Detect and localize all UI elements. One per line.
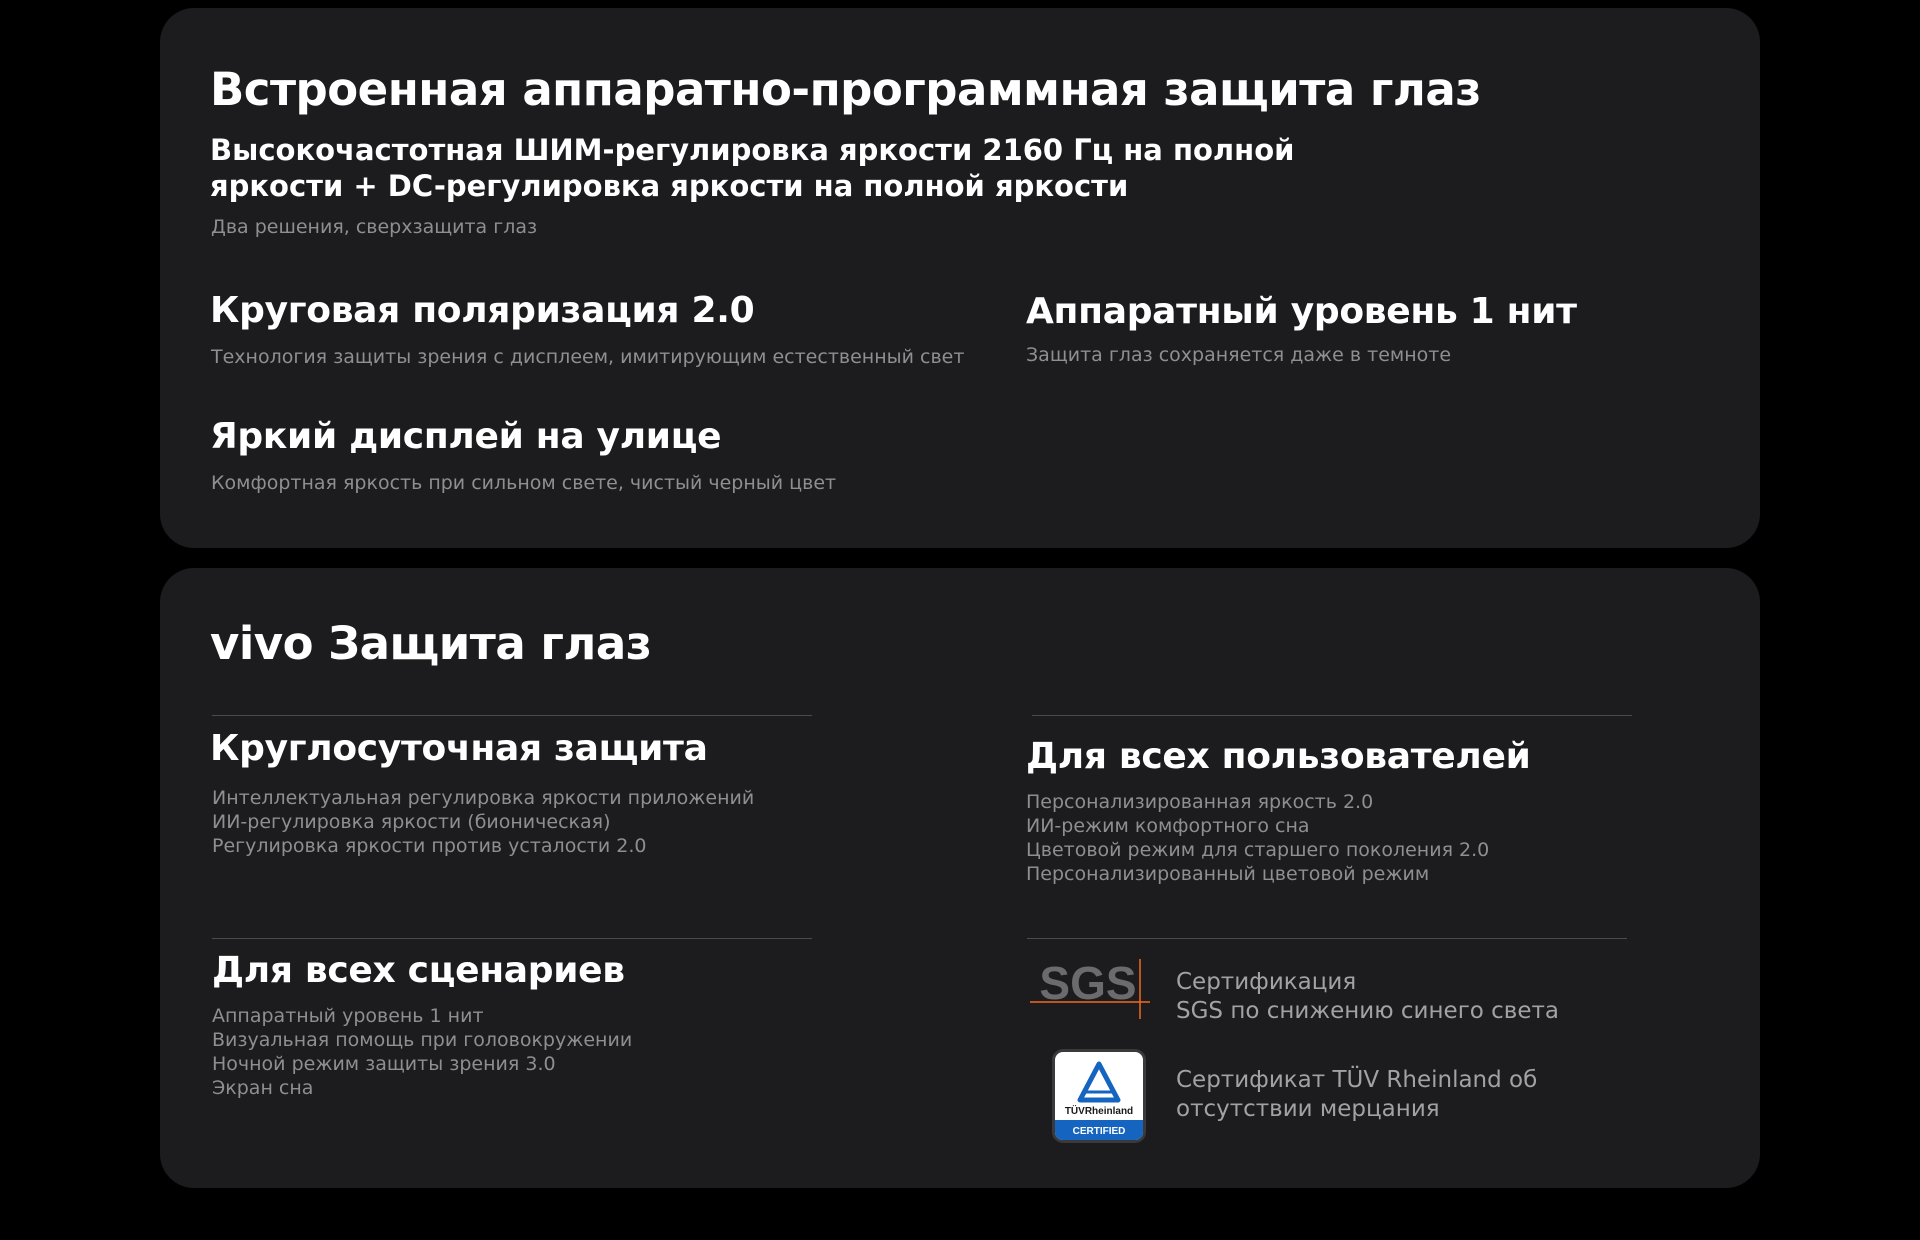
list-item: Ночной режим защиты зрения 3.0 (212, 1053, 556, 1075)
card-title: vivo Защита глаз (210, 617, 652, 670)
list-item: Регулировка яркости против усталости 2.0 (212, 835, 647, 857)
cert-line: SGS по снижению синего света (1176, 998, 1560, 1024)
section-list: Персонализированная яркость 2.0 ИИ-режим… (1026, 790, 1489, 886)
list-item: Экран сна (212, 1077, 314, 1099)
section-title: Для всех пользователей (1026, 736, 1531, 777)
list-item: Цветовой режим для старшего поколения 2.… (1026, 839, 1490, 861)
divider (1032, 715, 1632, 716)
list-item: Интеллектуальная регулировка яркости при… (212, 787, 755, 809)
cert-line: Сертификация (1176, 969, 1357, 995)
feature-title: Аппаратный уровень 1 нит (1026, 291, 1577, 332)
section-title: Круглосуточная защита (210, 728, 708, 769)
section-title: Для всех сценариев (212, 950, 625, 991)
divider (212, 715, 812, 716)
list-item: Аппаратный уровень 1 нит (212, 1005, 484, 1027)
divider (212, 938, 812, 939)
feature-title: Яркий дисплей на улице (210, 416, 722, 457)
sgs-logo-icon: SGS (1030, 957, 1150, 1019)
tuv-rheinland-logo-icon: TÜVRheinland CERTIFIED (1055, 1052, 1143, 1140)
list-item: ИИ-режим комфортного сна (1026, 815, 1310, 837)
tuv-logo-text: TÜVRheinland (1065, 1104, 1133, 1117)
cert-line: отсутствии мерцания (1176, 1096, 1440, 1122)
divider (1027, 938, 1627, 939)
cert-description: Сертификат TÜV Rheinland об отсутствии м… (1176, 1066, 1537, 1124)
feature-description: Защита глаз сохраняется даже в темноте (1026, 344, 1452, 366)
vivo-eye-protection-card: vivo Защита глаз Круглосуточная защита И… (160, 568, 1760, 1188)
card-subtitle: Высокочастотная ШИМ-регулировка яркости … (210, 133, 1295, 204)
list-item: ИИ-регулировка яркости (бионическая) (212, 811, 611, 833)
feature-description: Комфортная яркость при сильном свете, чи… (211, 472, 837, 494)
card-caption: Два решения, сверхзащита глаз (211, 216, 538, 238)
sgs-logo-text: SGS (1039, 957, 1136, 1009)
eye-protection-hardware-card: Встроенная аппаратно-программная защита … (160, 8, 1760, 548)
feature-title: Круговая поляризация 2.0 (210, 290, 755, 331)
section-list: Интеллектуальная регулировка яркости при… (212, 786, 754, 858)
cert-description: Сертификация SGS по снижению синего свет… (1176, 968, 1559, 1026)
list-item: Персонализированная яркость 2.0 (1026, 791, 1374, 813)
list-item: Персонализированный цветовой режим (1026, 863, 1430, 885)
card-title: Встроенная аппаратно-программная защита … (210, 63, 1481, 116)
list-item: Визуальная помощь при головокружении (212, 1029, 633, 1051)
section-list: Аппаратный уровень 1 нит Визуальная помо… (212, 1004, 632, 1100)
feature-description: Технология защиты зрения с дисплеем, ими… (211, 346, 965, 368)
tuv-badge-text: CERTIFIED (1073, 1126, 1126, 1137)
cert-line: Сертификат TÜV Rheinland об (1176, 1067, 1538, 1093)
